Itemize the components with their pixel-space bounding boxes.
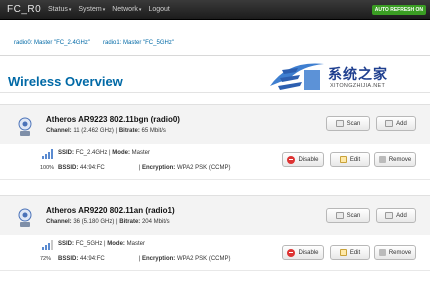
- edit-icon: [339, 156, 347, 163]
- ssid-label: SSID:: [58, 150, 75, 156]
- add-button[interactable]: Add: [376, 208, 416, 223]
- nav-status-label: Status: [48, 6, 68, 13]
- scan-icon: [335, 120, 344, 127]
- bitrate-value: 65 Mbit/s: [141, 128, 166, 134]
- watermark-en: XITONGZHIJIA.NET: [330, 83, 386, 89]
- edit-icon: [339, 249, 347, 256]
- encryption-label: Encryption:: [141, 256, 176, 262]
- scan-icon: [335, 212, 344, 219]
- channel-value: 36 (5.180 GHz): [73, 219, 115, 225]
- add-icon: [385, 212, 394, 219]
- bitrate-label: Bitrate:: [119, 219, 141, 225]
- scan-label: Scan: [346, 212, 361, 219]
- channel-value: 11 (2.462 GHz): [73, 128, 114, 134]
- device-info: Channel: 36 (5.180 GHz) | Bitrate: 204 M…: [46, 219, 170, 225]
- channel-label: Channel:: [46, 219, 72, 225]
- mode-value: Master: [126, 241, 145, 247]
- scan-label: Scan: [346, 120, 361, 127]
- signal-strength-icon: [42, 149, 53, 159]
- device-name: Atheros AR9220 802.11an (radio1): [46, 206, 175, 215]
- network-row-radio0: 100% SSID: FC_2.4GHz | Mode: Master BSSI…: [0, 144, 430, 180]
- remove-label: Remove: [388, 156, 412, 163]
- mode-value: Master: [131, 150, 150, 156]
- tab-radio1[interactable]: radio1: Master "FC_5GHz": [103, 40, 174, 46]
- add-button[interactable]: Add: [376, 116, 416, 131]
- remove-icon: [378, 156, 386, 163]
- disable-label: Disable: [298, 249, 319, 256]
- mode-label: Mode:: [112, 150, 130, 156]
- tab-radio0[interactable]: radio0: Master "FC_2.4GHz": [14, 40, 90, 46]
- main-nav: Status▾ System▾ Network▾ Logout: [48, 6, 170, 13]
- remove-label: Remove: [388, 249, 412, 256]
- top-navbar: FC_R0 Status▾ System▾ Network▾ Logout AU…: [0, 0, 430, 20]
- bssid-value: 44:94:FC: [80, 165, 105, 171]
- page-title: Wireless Overview: [8, 74, 123, 89]
- add-label: Add: [396, 120, 407, 127]
- caret-down-icon: ▾: [138, 7, 142, 13]
- encryption-label: Encryption:: [141, 165, 176, 171]
- ssid-mode: SSID: FC_5GHz | Mode: Master: [58, 241, 145, 247]
- device-info: Channel: 11 (2.462 GHz) | Bitrate: 65 Mb…: [46, 128, 166, 134]
- network-row-radio1: 72% SSID: FC_5GHz | Mode: Master BSSID: …: [0, 235, 430, 271]
- channel-label: Channel:: [46, 128, 72, 134]
- auto-refresh-toggle[interactable]: AUTO REFRESH ON: [371, 5, 426, 15]
- disable-button[interactable]: Disable: [282, 152, 324, 167]
- disable-icon: [287, 155, 296, 164]
- nav-status[interactable]: Status▾: [48, 6, 71, 13]
- add-icon: [385, 120, 394, 127]
- wireless-device-icon: [18, 208, 32, 227]
- bitrate-value: 204 Mbit/s: [141, 219, 170, 225]
- remove-icon: [378, 249, 386, 256]
- ssid-value: FC_5GHz: [75, 241, 103, 247]
- nav-network-label: Network: [112, 6, 138, 13]
- brand-hostname[interactable]: FC_R0: [7, 4, 41, 15]
- bssid-encryption: BSSID: 44:94:FC | Encryption: WPA2 PSK (C…: [58, 256, 231, 262]
- nav-system-label: System: [78, 6, 102, 13]
- caret-down-icon: ▾: [102, 7, 106, 13]
- watermark-logo-icon: [270, 63, 324, 90]
- bssid-label: BSSID:: [58, 256, 79, 262]
- encryption-value: WPA2 PSK (CCMP): [176, 256, 231, 262]
- edit-label: Edit: [349, 249, 361, 256]
- edit-button[interactable]: Edit: [330, 245, 370, 260]
- scan-button[interactable]: Scan: [326, 208, 370, 223]
- bssid-label: BSSID:: [58, 165, 79, 171]
- edit-label: Edit: [349, 156, 361, 163]
- nav-network[interactable]: Network▾: [112, 6, 141, 13]
- edit-button[interactable]: Edit: [330, 152, 370, 167]
- remove-button[interactable]: Remove: [374, 245, 416, 260]
- wireless-device-icon: [18, 117, 32, 136]
- disable-button[interactable]: Disable: [282, 245, 324, 260]
- remove-button[interactable]: Remove: [374, 152, 416, 167]
- signal-percent: 100%: [40, 165, 55, 171]
- ssid-value: FC_2.4GHz: [75, 150, 108, 156]
- add-label: Add: [396, 212, 407, 219]
- watermark-cn: 系统之家: [328, 66, 388, 82]
- bssid-encryption: BSSID: 44:94:FC | Encryption: WPA2 PSK (C…: [58, 165, 231, 171]
- watermark: 系统之家 XITONGZHIJIA.NET: [268, 56, 418, 96]
- ssid-mode: SSID: FC_2.4GHz | Mode: Master: [58, 150, 150, 156]
- disable-label: Disable: [298, 156, 319, 163]
- mode-label: Mode:: [107, 241, 125, 247]
- nav-logout[interactable]: Logout: [148, 6, 169, 13]
- radio-tabs: radio0: Master "FC_2.4GHz" radio1: Maste…: [0, 36, 430, 56]
- bssid-value: 44:94:FC: [80, 256, 105, 262]
- ssid-label: SSID:: [58, 241, 75, 247]
- signal-strength-icon: [42, 240, 53, 250]
- device-name: Atheros AR9223 802.11bgn (radio0): [46, 115, 180, 124]
- signal-percent: 72%: [40, 256, 52, 262]
- nav-system[interactable]: System▾: [78, 6, 105, 13]
- encryption-value: WPA2 PSK (CCMP): [176, 165, 231, 171]
- caret-down-icon: ▾: [68, 7, 72, 13]
- scan-button[interactable]: Scan: [326, 116, 370, 131]
- bitrate-label: Bitrate:: [118, 128, 140, 134]
- disable-icon: [287, 248, 296, 257]
